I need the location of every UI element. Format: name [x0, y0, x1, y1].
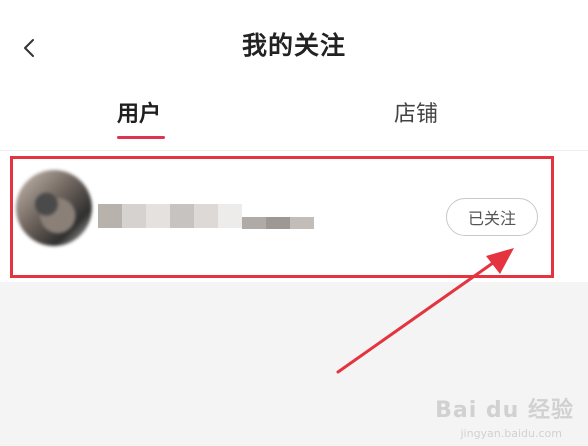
tab-stores[interactable]: 店铺 [394, 96, 438, 128]
pixel-block [170, 204, 194, 228]
following-screen: 我的关注 用户 店铺 已关注 Bai du 经验 jingyan.baidu.c… [0, 0, 588, 446]
tabs-divider [0, 150, 588, 151]
page-title: 我的关注 [241, 31, 346, 60]
list-empty-area [0, 282, 588, 446]
followed-button[interactable]: 已关注 [446, 198, 538, 236]
pixel-block [218, 204, 242, 228]
top-bar: 我的关注 [0, 0, 588, 92]
pixel-block [122, 204, 146, 228]
username-blurred [98, 192, 338, 240]
avatar[interactable] [16, 170, 92, 246]
pixel-block [98, 204, 122, 228]
pixel-block [242, 217, 266, 229]
tab-users[interactable]: 用户 [117, 96, 161, 128]
pixel-block [290, 217, 314, 229]
list-item[interactable]: 已关注 [0, 152, 588, 282]
active-tab-indicator [117, 136, 165, 139]
pixel-block [146, 204, 170, 228]
pixel-block [194, 204, 218, 228]
tab-bar: 用户 店铺 [0, 96, 588, 146]
pixel-block [266, 217, 290, 229]
